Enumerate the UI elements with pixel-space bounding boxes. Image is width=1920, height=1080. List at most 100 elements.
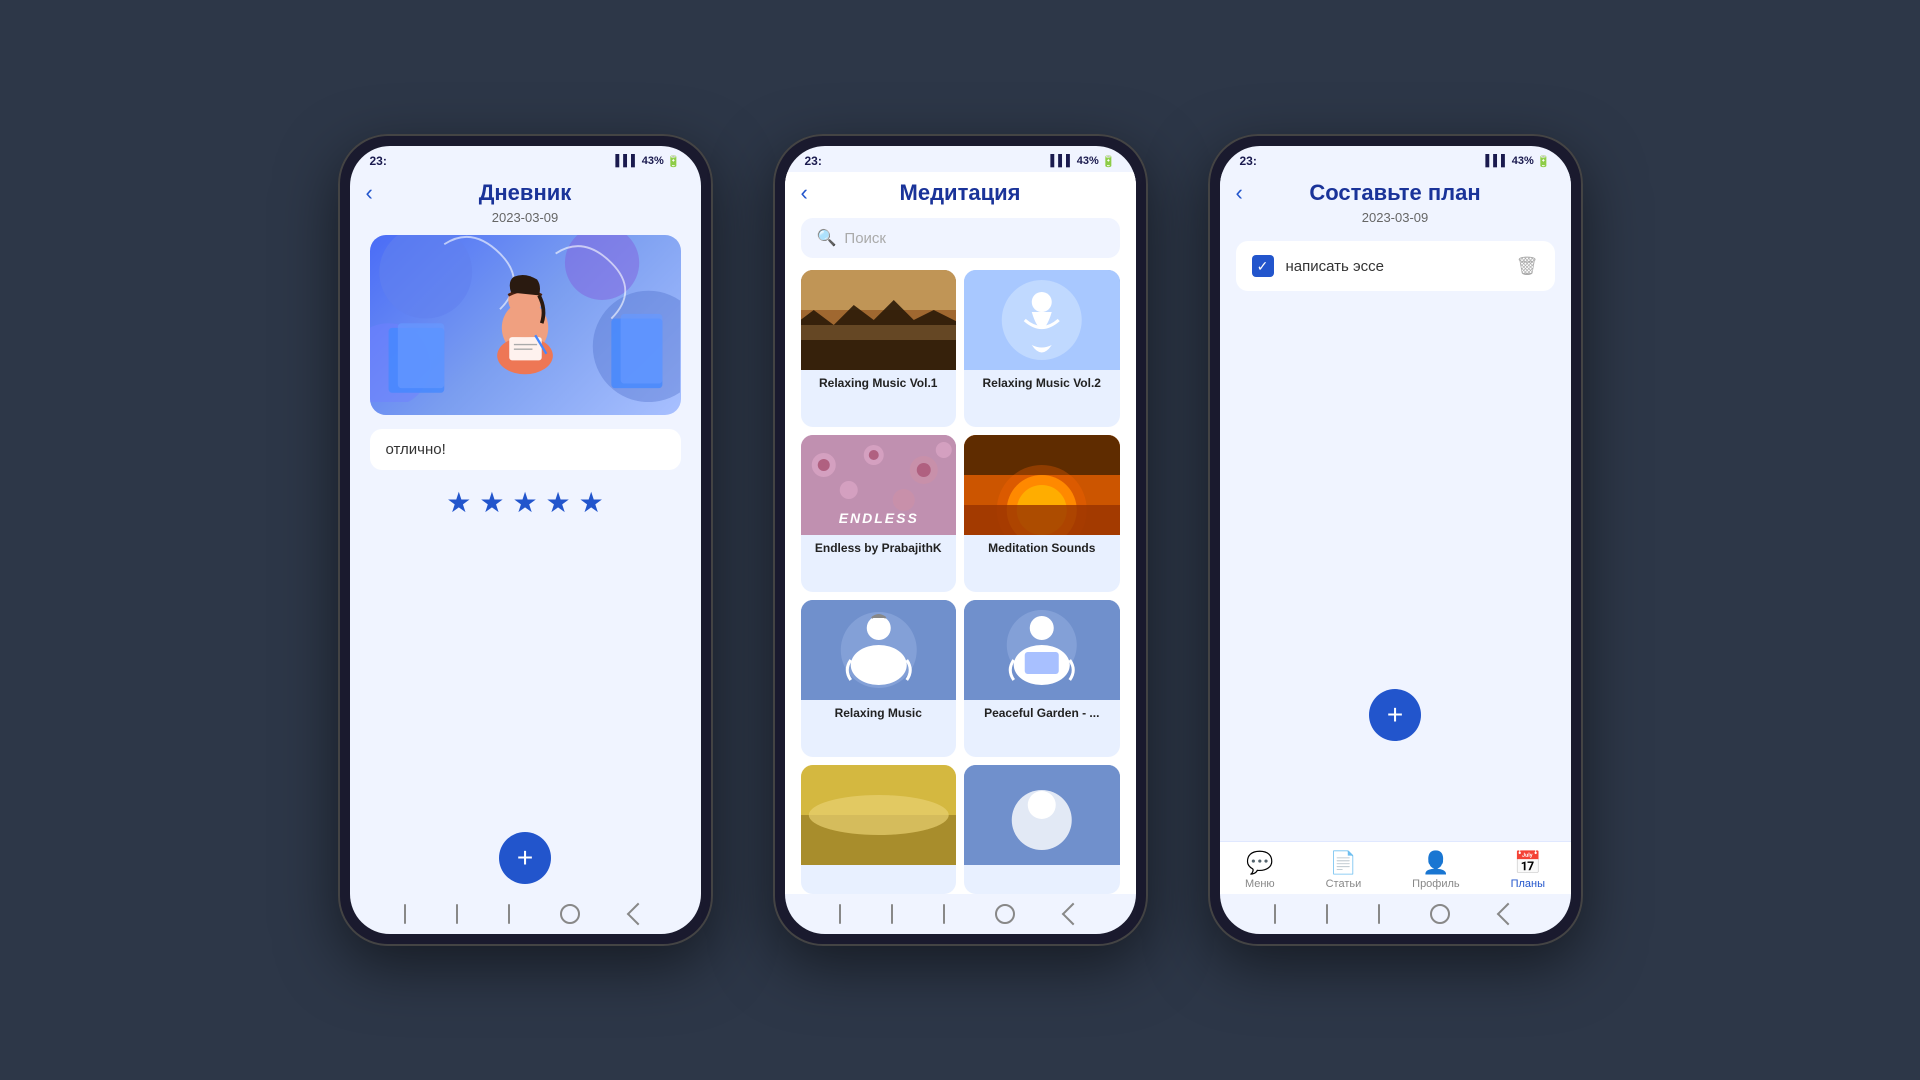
search-icon: 🔍 — [817, 228, 837, 248]
nav-circle-2[interactable] — [995, 904, 1015, 924]
nav-back-3[interactable] — [1496, 903, 1519, 926]
nav-lines-7 — [1274, 904, 1276, 924]
meditation-content: ‹ Медитация 🔍 Поиск — [785, 172, 1136, 894]
nav-articles[interactable]: 📄 Статьи — [1326, 850, 1362, 890]
meditation-header: ‹ Медитация — [785, 172, 1136, 210]
nav-articles-label: Статьи — [1326, 878, 1362, 890]
nav-lines-3 — [508, 904, 510, 924]
plan-add-button[interactable]: + — [1369, 689, 1421, 741]
nav-lines-9 — [1378, 904, 1380, 924]
phone-3: 23: ▌▌▌ 43% 🔋 ‹ Составьте план 2023-03-0… — [1208, 134, 1583, 946]
status-icons-3: ▌▌▌ 43% 🔋 — [1485, 155, 1550, 168]
status-icons-1: ▌▌▌ 43% 🔋 — [615, 155, 680, 168]
plan-item-1: ✓ написать эссе 🗑 — [1236, 241, 1555, 291]
menu-icon: 💬 — [1246, 850, 1273, 876]
star-1[interactable]: ★ — [446, 486, 471, 519]
home-indicator-2 — [785, 894, 1136, 934]
nav-lines-4 — [839, 904, 841, 924]
phone-1: 23: ▌▌▌ 43% 🔋 ‹ Дневник 2023-03-09 — [338, 134, 713, 946]
status-time-1: 23: — [370, 154, 387, 168]
music-thumb-6 — [964, 600, 1120, 700]
music-thumb-3: ENDLESS — [801, 435, 957, 535]
status-time-2: 23: — [805, 154, 822, 168]
diary-image — [370, 235, 681, 415]
diary-content: ‹ Дневник 2023-03-09 — [350, 172, 701, 894]
meditation-back-button[interactable]: ‹ — [801, 180, 808, 206]
plan-content: ‹ Составьте план 2023-03-09 ✓ написать э… — [1220, 172, 1571, 841]
plan-item-text-1: написать эссе — [1286, 258, 1504, 275]
diary-header: ‹ Дневник — [350, 172, 701, 210]
nav-plans[interactable]: 📅 Планы — [1511, 850, 1545, 890]
diary-add-button[interactable]: + — [499, 832, 551, 884]
nav-plans-label: Планы — [1511, 878, 1545, 890]
articles-icon: 📄 — [1330, 850, 1357, 876]
music-card-2[interactable]: Relaxing Music Vol.2 — [964, 270, 1120, 427]
status-bar-1: 23: ▌▌▌ 43% 🔋 — [350, 146, 701, 172]
music-thumb-2 — [964, 270, 1120, 370]
status-bar-2: 23: ▌▌▌ 43% 🔋 — [785, 146, 1136, 172]
svg-text:ENDLESS: ENDLESS — [838, 510, 918, 526]
star-5[interactable]: ★ — [579, 486, 604, 519]
music-label-5: Relaxing Music — [801, 700, 957, 728]
nav-profile[interactable]: 👤 Профиль — [1412, 850, 1460, 890]
music-card-1[interactable]: Relaxing Music Vol.1 — [801, 270, 957, 427]
nav-menu-label: Меню — [1245, 878, 1275, 890]
diary-entry-text[interactable]: отлично! — [370, 429, 681, 470]
bottom-navigation: 💬 Меню 📄 Статьи 👤 Профиль 📅 Планы — [1220, 841, 1571, 894]
meditation-title: Медитация — [900, 180, 1021, 206]
music-card-7[interactable] — [801, 765, 957, 894]
music-thumb-7 — [801, 765, 957, 865]
search-placeholder: Поиск — [844, 230, 886, 247]
diary-rating: ★ ★ ★ ★ ★ — [350, 486, 701, 519]
home-indicator-3 — [1220, 894, 1571, 934]
diary-back-button[interactable]: ‹ — [366, 180, 373, 206]
music-label-4: Meditation Sounds — [964, 535, 1120, 563]
nav-lines-2 — [456, 904, 458, 924]
star-4[interactable]: ★ — [546, 486, 571, 519]
plan-delete-button-1[interactable]: 🗑 — [1516, 256, 1539, 277]
nav-back-2[interactable] — [1061, 903, 1084, 926]
diary-date: 2023-03-09 — [350, 210, 701, 225]
plan-checkbox-1[interactable]: ✓ — [1252, 255, 1274, 277]
nav-lines-5 — [891, 904, 893, 924]
music-label-1: Relaxing Music Vol.1 — [801, 370, 957, 398]
diary-entry-value: отлично! — [386, 441, 446, 458]
phone-3-screen: 23: ▌▌▌ 43% 🔋 ‹ Составьте план 2023-03-0… — [1220, 146, 1571, 934]
plan-header: ‹ Составьте план — [1220, 172, 1571, 210]
music-label-2: Relaxing Music Vol.2 — [964, 370, 1120, 398]
music-card-8[interactable] — [964, 765, 1120, 894]
nav-menu[interactable]: 💬 Меню — [1245, 850, 1275, 890]
plan-back-button[interactable]: ‹ — [1236, 180, 1243, 206]
diary-title: Дневник — [479, 180, 572, 206]
plan-title: Составьте план — [1309, 180, 1480, 206]
nav-circle-1[interactable] — [560, 904, 580, 924]
music-card-4[interactable]: Meditation Sounds — [964, 435, 1120, 592]
phone-1-screen: 23: ▌▌▌ 43% 🔋 ‹ Дневник 2023-03-09 — [350, 146, 701, 934]
star-3[interactable]: ★ — [512, 486, 537, 519]
nav-circle-3[interactable] — [1430, 904, 1450, 924]
nav-lines-8 — [1326, 904, 1328, 924]
music-thumb-8 — [964, 765, 1120, 865]
home-indicator-1 — [350, 894, 701, 934]
nav-lines-6 — [943, 904, 945, 924]
profile-icon: 👤 — [1422, 850, 1449, 876]
music-thumb-5 — [801, 600, 957, 700]
phone-2-screen: 23: ▌▌▌ 43% 🔋 ‹ Медитация 🔍 Поиск — [785, 146, 1136, 934]
music-card-5[interactable]: Relaxing Music — [801, 600, 957, 757]
status-icons-2: ▌▌▌ 43% 🔋 — [1050, 155, 1115, 168]
plans-icon: 📅 — [1514, 850, 1541, 876]
music-grid: Relaxing Music Vol.1 — [785, 270, 1136, 894]
star-2[interactable]: ★ — [479, 486, 504, 519]
meditation-search[interactable]: 🔍 Поиск — [801, 218, 1120, 258]
music-card-6[interactable]: Peaceful Garden - ... — [964, 600, 1120, 757]
phone-2: 23: ▌▌▌ 43% 🔋 ‹ Медитация 🔍 Поиск — [773, 134, 1148, 946]
music-card-3[interactable]: ENDLESS Endless by PrabajithK — [801, 435, 957, 592]
nav-profile-label: Профиль — [1412, 878, 1460, 890]
plan-date: 2023-03-09 — [1220, 210, 1571, 225]
nav-lines-1 — [404, 904, 406, 924]
status-time-3: 23: — [1240, 154, 1257, 168]
music-label-3: Endless by PrabajithK — [801, 535, 957, 563]
status-bar-3: 23: ▌▌▌ 43% 🔋 — [1220, 146, 1571, 172]
nav-back-1[interactable] — [626, 903, 649, 926]
music-thumb-1 — [801, 270, 957, 370]
